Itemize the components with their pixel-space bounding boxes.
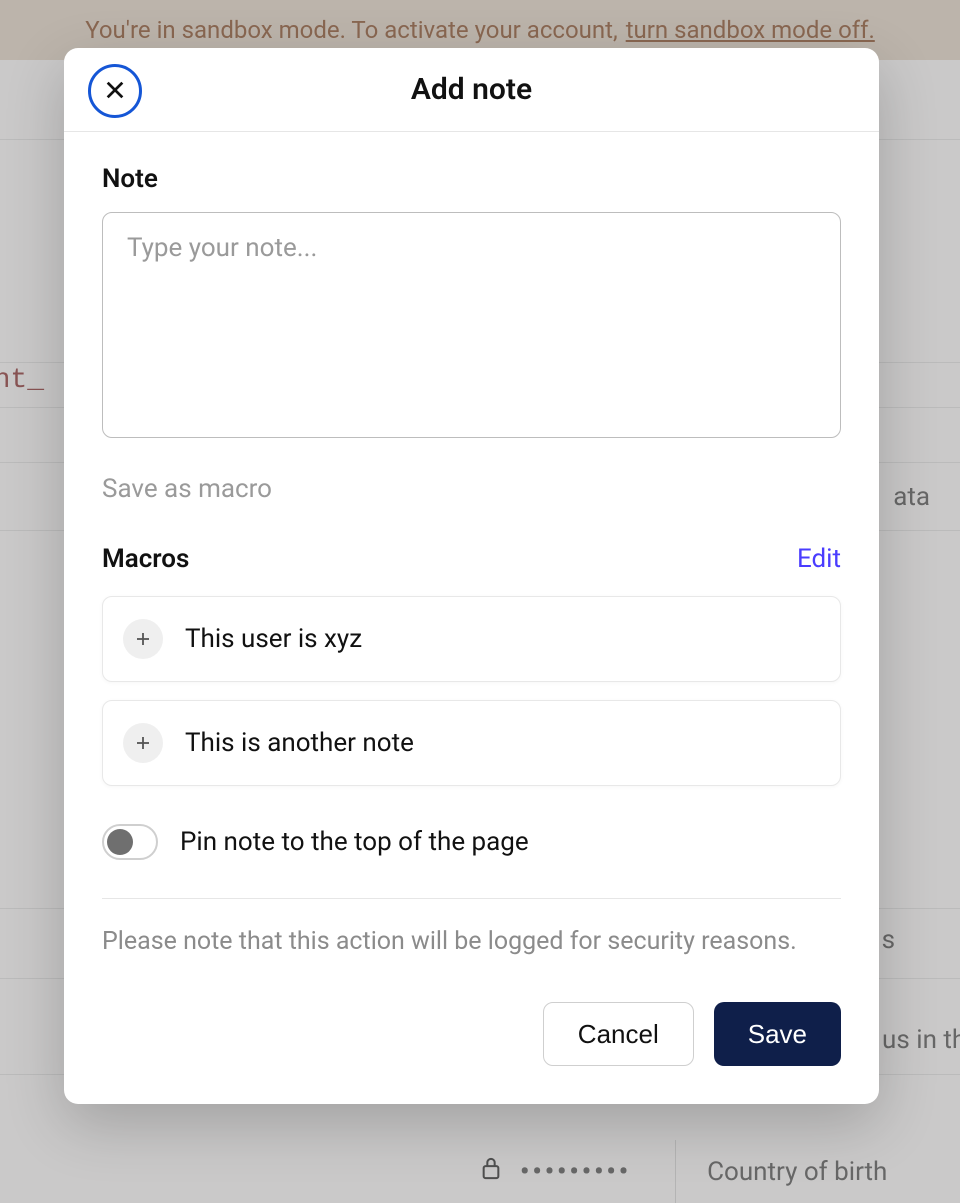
edit-macros-link[interactable]: Edit	[797, 544, 841, 574]
toggle-knob	[107, 829, 133, 855]
modal-body: Note Save as macro Macros Edit This user…	[64, 132, 879, 966]
pin-toggle[interactable]	[102, 824, 158, 860]
pin-note-row: Pin note to the top of the page	[102, 824, 841, 860]
plus-icon	[123, 619, 163, 659]
macros-header: Macros Edit	[102, 544, 841, 574]
note-input[interactable]	[102, 212, 841, 438]
modal-title: Add note	[411, 72, 532, 107]
macro-list: This user is xyz This is another note	[102, 596, 841, 786]
divider	[102, 898, 841, 899]
macro-text: This user is xyz	[185, 624, 362, 654]
macro-item[interactable]: This is another note	[102, 700, 841, 786]
modal-footer: Cancel Save	[64, 966, 879, 1104]
disclaimer-text: Please note that this action will be log…	[102, 927, 841, 956]
note-label: Note	[102, 164, 841, 194]
close-button[interactable]	[88, 64, 142, 118]
modal-header: Add note	[64, 48, 879, 132]
pin-label: Pin note to the top of the page	[180, 827, 529, 857]
macros-label: Macros	[102, 544, 189, 574]
save-as-macro-link[interactable]: Save as macro	[102, 474, 841, 504]
save-button[interactable]: Save	[714, 1002, 841, 1066]
macro-text: This is another note	[185, 728, 414, 758]
macro-item[interactable]: This user is xyz	[102, 596, 841, 682]
plus-icon	[123, 723, 163, 763]
close-icon	[104, 79, 126, 104]
cancel-button[interactable]: Cancel	[543, 1002, 694, 1066]
add-note-modal: Add note Note Save as macro Macros Edit …	[64, 48, 879, 1104]
